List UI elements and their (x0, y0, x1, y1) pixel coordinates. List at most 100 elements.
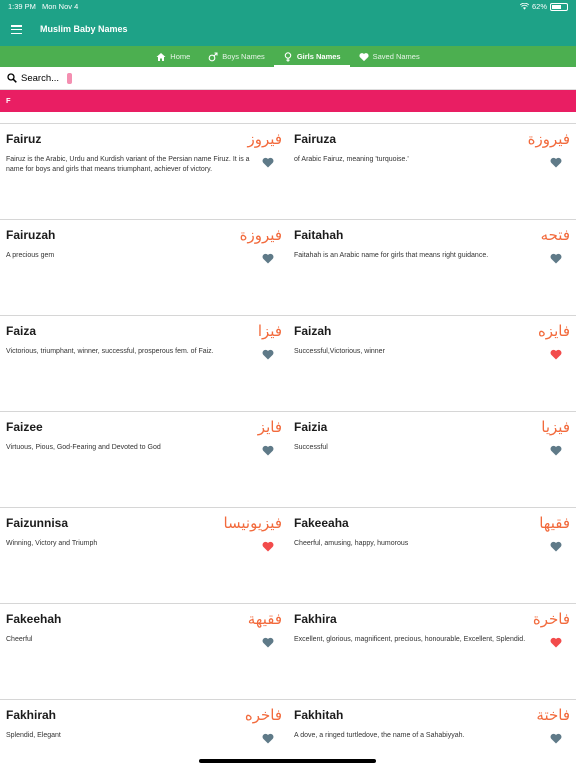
battery-percent: 62% (531, 2, 547, 11)
name-english: Fairuzah (6, 228, 56, 242)
home-indicator[interactable] (199, 759, 376, 763)
name-card[interactable]: Fairuza فيروزة of Arabic Fairuz, meaning '… (288, 124, 576, 219)
name-card[interactable]: Fakhitah فاختة A dove, a ringed turtledove… (288, 700, 576, 768)
tab-girls-names-label: Girls Names (296, 52, 341, 61)
name-card[interactable]: Faizee فايز Virtuous, Pious, God-Fearing a… (0, 412, 288, 507)
name-meaning: Successful,Victorious, winner (294, 348, 385, 355)
name-english: Fakhira (294, 612, 337, 626)
heart-icon[interactable] (262, 445, 274, 456)
heart-icon (359, 52, 369, 61)
search-icon (7, 73, 17, 83)
name-english: Fairuza (294, 132, 337, 146)
tab-home[interactable]: Home (147, 46, 199, 67)
tab-boys-names[interactable]: Boys Names (199, 46, 274, 67)
name-english: Fakeeaha (294, 516, 349, 530)
heart-icon[interactable] (550, 541, 562, 552)
name-arabic: فقيها (539, 514, 570, 532)
name-meaning: Splendid, Elegant (6, 732, 61, 739)
tab-bar: Home Boys Names Girls Names Saved Names (0, 46, 576, 67)
name-card[interactable]: Fairuz فيروز Fairuz is the Arabic, Urdu an… (0, 124, 288, 219)
name-meaning: of Arabic Fairuz, meaning 'turquoise.' (294, 156, 409, 163)
names-row: Faiza فيزا Victorious, triumphant, winner,… (0, 315, 576, 411)
names-row: Fairuzah فيروزة A precious gem Faitahah فتحه… (0, 219, 576, 315)
name-card[interactable]: Fakeehah فقيهة Cheerful (0, 604, 288, 699)
name-card[interactable]: Faizunnisa فيزيونيسا Winning, Victory and … (0, 508, 288, 603)
tab-boys-names-label: Boys Names (222, 52, 265, 61)
names-row: Fakhirah فاخره Splendid, Elegant Fakhitah فا… (0, 699, 576, 768)
tab-home-label: Home (170, 52, 191, 61)
name-meaning: Virtuous, Pious, God-Fearing and Devoted… (6, 444, 161, 451)
name-meaning: Cheerful (6, 636, 33, 643)
name-card[interactable]: Fairuzah فيروزة A precious gem (0, 220, 288, 315)
heart-icon[interactable] (262, 157, 274, 168)
name-arabic: فايزه (537, 322, 570, 340)
female-icon (284, 51, 292, 62)
name-english: Faitahah (294, 228, 344, 242)
heart-icon[interactable] (262, 253, 274, 264)
name-card[interactable]: Faizia فيزيا Successful (288, 412, 576, 507)
name-card[interactable]: Fakeeaha فقيها Cheerful, amusing, happy, h… (288, 508, 576, 603)
text-cursor (67, 72, 72, 84)
battery-icon (550, 2, 568, 11)
heart-icon[interactable] (262, 733, 274, 744)
name-english: Faizia (294, 420, 328, 434)
names-row: Faizee فايز Virtuous, Pious, God-Fearing a… (0, 411, 576, 507)
name-meaning: Cheerful, amusing, happy, humorous (294, 540, 409, 547)
heart-icon[interactable] (550, 253, 562, 264)
name-arabic: فيروزة (527, 130, 570, 148)
name-meaning: A precious gem (6, 252, 55, 259)
app-bar: Muslim Baby Names (0, 14, 576, 46)
wifi-icon (519, 3, 529, 10)
app-title: Muslim Baby Names (40, 24, 128, 34)
status-date: Mon Nov 4 (42, 2, 79, 11)
status-time: 1:39 PM (8, 2, 36, 11)
names-row: Fakeehah فقيهة Cheerful Fakhira فاخرة Excelle… (0, 603, 576, 699)
search-input[interactable] (21, 72, 221, 84)
name-meaning: Successful (294, 444, 328, 451)
heart-icon[interactable] (550, 445, 562, 456)
menu-icon[interactable] (11, 25, 22, 35)
name-english: Faiza (6, 324, 37, 338)
name-meaning: A dove, a ringed turtledove, the name of… (294, 732, 465, 739)
name-card[interactable]: Faizah فايزه Successful,Victorious, winner (288, 316, 576, 411)
names-row: Fairuz فيروز Fairuz is the Arabic, Urdu an… (0, 123, 576, 219)
heart-saved-icon[interactable] (262, 541, 274, 552)
name-arabic: فاخره (244, 706, 282, 724)
name-arabic: فاختة (536, 706, 570, 724)
search-bar (0, 67, 576, 90)
status-right: 62% (519, 2, 568, 11)
tab-saved-names-label: Saved Names (372, 52, 420, 61)
heart-icon[interactable] (550, 733, 562, 744)
heart-icon[interactable] (550, 157, 562, 168)
names-grid: Fairuz فيروز Fairuz is the Arabic, Urdu an… (0, 123, 576, 768)
name-meaning: Victorious, triumphant, winner, successf… (6, 348, 214, 355)
name-card[interactable]: Fakhirah فاخره Splendid, Elegant (0, 700, 288, 768)
heart-saved-icon[interactable] (550, 637, 562, 648)
name-arabic: فقيهة (247, 610, 282, 628)
name-meaning: Faitahah is an Arabic name for girls tha… (294, 252, 489, 259)
name-card[interactable]: Faitahah فتحه Faitahah is an Arabic name f… (288, 220, 576, 315)
name-english: Fakhitah (294, 708, 344, 722)
section-letter: F (6, 96, 11, 105)
name-arabic: فيروزة (239, 226, 282, 244)
name-english: Faizunnisa (6, 516, 69, 530)
name-english: Fairuz (6, 132, 42, 146)
tab-girls-names[interactable]: Girls Names (273, 46, 350, 67)
section-letter-bar: F (0, 90, 576, 112)
heart-saved-icon[interactable] (550, 349, 562, 360)
heart-icon[interactable] (262, 349, 274, 360)
name-card[interactable]: Fakhira فاخرة Excellent, glorious, magnifi… (288, 604, 576, 699)
male-icon (208, 51, 218, 61)
name-arabic: فيزيونيسا (223, 514, 282, 532)
name-english: Fakhirah (6, 708, 57, 722)
name-arabic: فتحه (540, 226, 570, 244)
name-arabic: فايز (257, 418, 282, 436)
name-card[interactable]: Faiza فيزا Victorious, triumphant, winner,… (0, 316, 288, 411)
heart-icon[interactable] (262, 637, 274, 648)
name-english: Faizah (294, 324, 332, 338)
tab-saved-names[interactable]: Saved Names (350, 46, 429, 67)
name-arabic: فيروز (247, 130, 282, 148)
home-icon (156, 52, 166, 61)
name-meaning: Winning, Victory and Triumph (6, 540, 98, 547)
name-arabic: فيزيا (541, 418, 570, 436)
